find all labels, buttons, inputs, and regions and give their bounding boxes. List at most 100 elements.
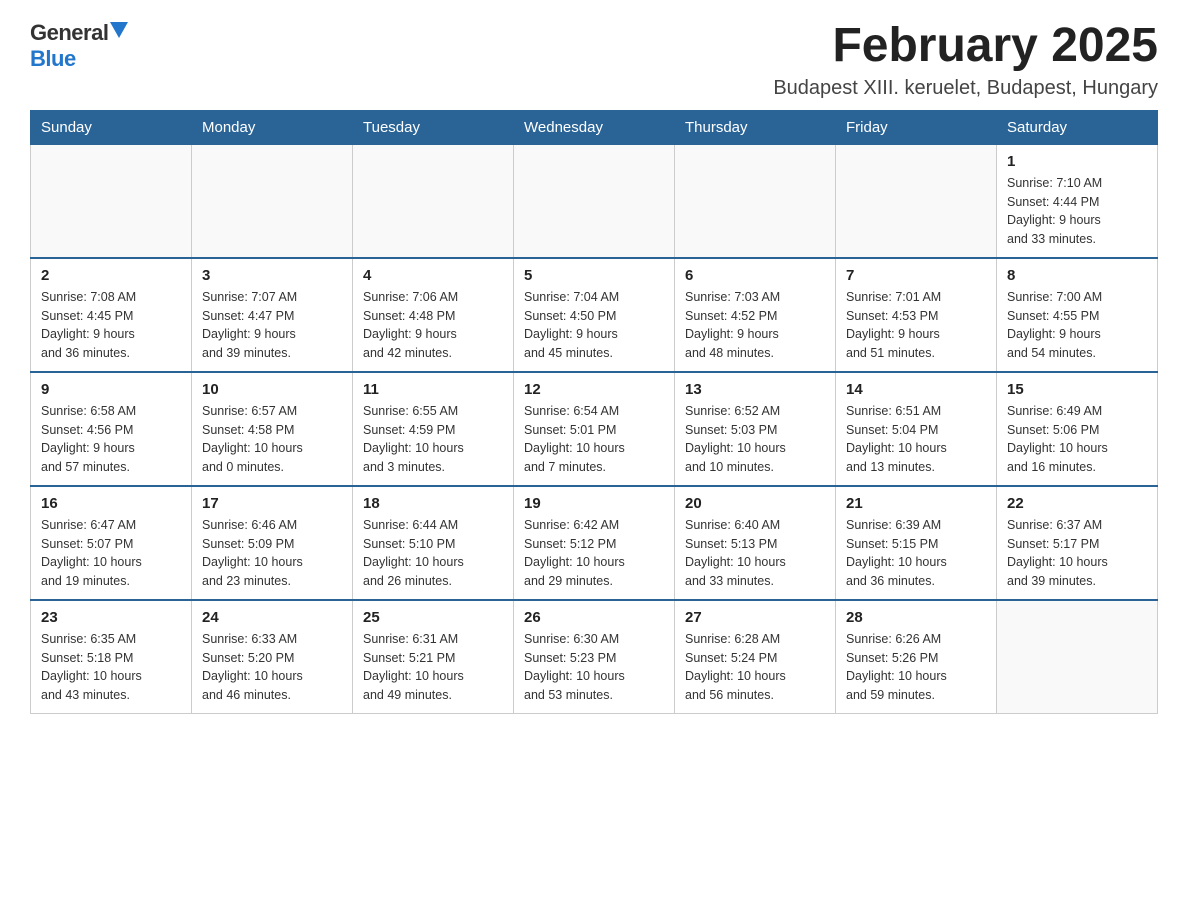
day-number: 25 xyxy=(363,609,503,626)
day-info: Sunrise: 6:58 AMSunset: 4:56 PMDaylight:… xyxy=(41,402,181,477)
table-row xyxy=(675,144,836,258)
table-row: 3Sunrise: 7:07 AMSunset: 4:47 PMDaylight… xyxy=(192,258,353,372)
day-number: 15 xyxy=(1007,381,1147,398)
table-row: 10 Sunrise: 6:57 AMSunset: 4:58 PMDayligh… xyxy=(192,372,353,486)
table-row: 4 Sunrise: 7:06 AMSunset: 4:48 PMDaylight… xyxy=(353,258,514,372)
table-row: 24 Sunrise: 6:33 AMSunset: 5:20 PMDayligh… xyxy=(192,600,353,714)
table-row: 19 Sunrise: 6:42 AMSunset: 5:12 PMDayligh… xyxy=(514,486,675,600)
month-year-title: February 2025 xyxy=(773,20,1158,73)
table-row: 5 Sunrise: 7:04 AMSunset: 4:50 PMDaylight… xyxy=(514,258,675,372)
day-number: 2 xyxy=(41,267,181,284)
table-row xyxy=(31,144,192,258)
table-row xyxy=(997,600,1158,714)
col-thursday: Thursday xyxy=(675,110,836,144)
table-row: 15Sunrise: 6:49 AMSunset: 5:06 PMDayligh… xyxy=(997,372,1158,486)
day-number: 23 xyxy=(41,609,181,626)
table-row: 23 Sunrise: 6:35 AMSunset: 5:18 PMDayligh… xyxy=(31,600,192,714)
calendar-week-row: 16 Sunrise: 6:47 AMSunset: 5:07 PMDayligh… xyxy=(31,486,1158,600)
day-number: 10 xyxy=(202,381,342,398)
day-number: 5 xyxy=(524,267,664,284)
day-info: Sunrise: 7:01 AMSunset: 4:53 PMDaylight:… xyxy=(846,288,986,363)
day-info: Sunrise: 7:04 AMSunset: 4:50 PMDaylight:… xyxy=(524,288,664,363)
day-number: 20 xyxy=(685,495,825,512)
calendar-week-row: 1 Sunrise: 7:10 AMSunset: 4:44 PMDaylight… xyxy=(31,144,1158,258)
day-number: 21 xyxy=(846,495,986,512)
day-info: Sunrise: 6:35 AMSunset: 5:18 PMDaylight:… xyxy=(41,630,181,705)
day-info: Sunrise: 7:10 AMSunset: 4:44 PMDaylight:… xyxy=(1007,174,1147,249)
col-tuesday: Tuesday xyxy=(353,110,514,144)
table-row: 16 Sunrise: 6:47 AMSunset: 5:07 PMDayligh… xyxy=(31,486,192,600)
logo: General Blue xyxy=(30,20,128,72)
table-row: 22Sunrise: 6:37 AMSunset: 5:17 PMDayligh… xyxy=(997,486,1158,600)
table-row: 14Sunrise: 6:51 AMSunset: 5:04 PMDayligh… xyxy=(836,372,997,486)
table-row: 7 Sunrise: 7:01 AMSunset: 4:53 PMDaylight… xyxy=(836,258,997,372)
day-number: 12 xyxy=(524,381,664,398)
logo-blue-text: Blue xyxy=(30,46,76,71)
day-info: Sunrise: 6:39 AMSunset: 5:15 PMDaylight:… xyxy=(846,516,986,591)
table-row: 12Sunrise: 6:54 AMSunset: 5:01 PMDayligh… xyxy=(514,372,675,486)
calendar-table: Sunday Monday Tuesday Wednesday Thursday… xyxy=(30,110,1158,714)
day-info: Sunrise: 7:06 AMSunset: 4:48 PMDaylight:… xyxy=(363,288,503,363)
calendar-week-row: 23 Sunrise: 6:35 AMSunset: 5:18 PMDayligh… xyxy=(31,600,1158,714)
table-row: 6Sunrise: 7:03 AMSunset: 4:52 PMDaylight… xyxy=(675,258,836,372)
table-row: 21 Sunrise: 6:39 AMSunset: 5:15 PMDayligh… xyxy=(836,486,997,600)
day-info: Sunrise: 6:26 AMSunset: 5:26 PMDaylight:… xyxy=(846,630,986,705)
day-info: Sunrise: 7:00 AMSunset: 4:55 PMDaylight:… xyxy=(1007,288,1147,363)
day-number: 9 xyxy=(41,381,181,398)
day-info: Sunrise: 7:08 AMSunset: 4:45 PMDaylight:… xyxy=(41,288,181,363)
day-number: 3 xyxy=(202,267,342,284)
day-number: 18 xyxy=(363,495,503,512)
logo-arrow-icon xyxy=(110,22,128,40)
day-number: 4 xyxy=(363,267,503,284)
calendar-week-row: 2 Sunrise: 7:08 AMSunset: 4:45 PMDaylight… xyxy=(31,258,1158,372)
day-info: Sunrise: 6:33 AMSunset: 5:20 PMDaylight:… xyxy=(202,630,342,705)
day-info: Sunrise: 6:42 AMSunset: 5:12 PMDaylight:… xyxy=(524,516,664,591)
day-info: Sunrise: 6:51 AMSunset: 5:04 PMDaylight:… xyxy=(846,402,986,477)
day-number: 13 xyxy=(685,381,825,398)
table-row: 13 Sunrise: 6:52 AMSunset: 5:03 PMDayligh… xyxy=(675,372,836,486)
day-number: 8 xyxy=(1007,267,1147,284)
table-row: 17Sunrise: 6:46 AMSunset: 5:09 PMDayligh… xyxy=(192,486,353,600)
table-row: 11Sunrise: 6:55 AMSunset: 4:59 PMDayligh… xyxy=(353,372,514,486)
table-row xyxy=(353,144,514,258)
page-header: General Blue February 2025 Budapest XIII… xyxy=(30,20,1158,100)
calendar-header-row: Sunday Monday Tuesday Wednesday Thursday… xyxy=(31,110,1158,144)
table-row: 18 Sunrise: 6:44 AMSunset: 5:10 PMDayligh… xyxy=(353,486,514,600)
logo-general-text: General xyxy=(30,20,108,46)
day-info: Sunrise: 6:46 AMSunset: 5:09 PMDaylight:… xyxy=(202,516,342,591)
day-info: Sunrise: 6:55 AMSunset: 4:59 PMDaylight:… xyxy=(363,402,503,477)
table-row: 26Sunrise: 6:30 AMSunset: 5:23 PMDayligh… xyxy=(514,600,675,714)
day-number: 6 xyxy=(685,267,825,284)
day-number: 16 xyxy=(41,495,181,512)
col-friday: Friday xyxy=(836,110,997,144)
table-row: 28 Sunrise: 6:26 AMSunset: 5:26 PMDayligh… xyxy=(836,600,997,714)
calendar-week-row: 9 Sunrise: 6:58 AMSunset: 4:56 PMDaylight… xyxy=(31,372,1158,486)
day-number: 7 xyxy=(846,267,986,284)
table-row: 8 Sunrise: 7:00 AMSunset: 4:55 PMDaylight… xyxy=(997,258,1158,372)
table-row: 27Sunrise: 6:28 AMSunset: 5:24 PMDayligh… xyxy=(675,600,836,714)
col-saturday: Saturday xyxy=(997,110,1158,144)
table-row: 1 Sunrise: 7:10 AMSunset: 4:44 PMDaylight… xyxy=(997,144,1158,258)
table-row: 25 Sunrise: 6:31 AMSunset: 5:21 PMDayligh… xyxy=(353,600,514,714)
day-info: Sunrise: 6:28 AMSunset: 5:24 PMDaylight:… xyxy=(685,630,825,705)
table-row: 20 Sunrise: 6:40 AMSunset: 5:13 PMDayligh… xyxy=(675,486,836,600)
col-monday: Monday xyxy=(192,110,353,144)
day-info: Sunrise: 6:57 AMSunset: 4:58 PMDaylight:… xyxy=(202,402,342,477)
day-number: 19 xyxy=(524,495,664,512)
title-area: February 2025 Budapest XIII. keruelet, B… xyxy=(773,20,1158,100)
day-info: Sunrise: 6:37 AMSunset: 5:17 PMDaylight:… xyxy=(1007,516,1147,591)
day-info: Sunrise: 6:31 AMSunset: 5:21 PMDaylight:… xyxy=(363,630,503,705)
day-info: Sunrise: 6:52 AMSunset: 5:03 PMDaylight:… xyxy=(685,402,825,477)
table-row xyxy=(514,144,675,258)
day-number: 1 xyxy=(1007,153,1147,170)
day-info: Sunrise: 6:47 AMSunset: 5:07 PMDaylight:… xyxy=(41,516,181,591)
col-wednesday: Wednesday xyxy=(514,110,675,144)
day-number: 24 xyxy=(202,609,342,626)
location-subtitle: Budapest XIII. keruelet, Budapest, Hunga… xyxy=(773,77,1158,100)
day-info: Sunrise: 6:40 AMSunset: 5:13 PMDaylight:… xyxy=(685,516,825,591)
day-info: Sunrise: 6:30 AMSunset: 5:23 PMDaylight:… xyxy=(524,630,664,705)
table-row: 2 Sunrise: 7:08 AMSunset: 4:45 PMDaylight… xyxy=(31,258,192,372)
day-number: 28 xyxy=(846,609,986,626)
day-info: Sunrise: 6:44 AMSunset: 5:10 PMDaylight:… xyxy=(363,516,503,591)
table-row xyxy=(192,144,353,258)
